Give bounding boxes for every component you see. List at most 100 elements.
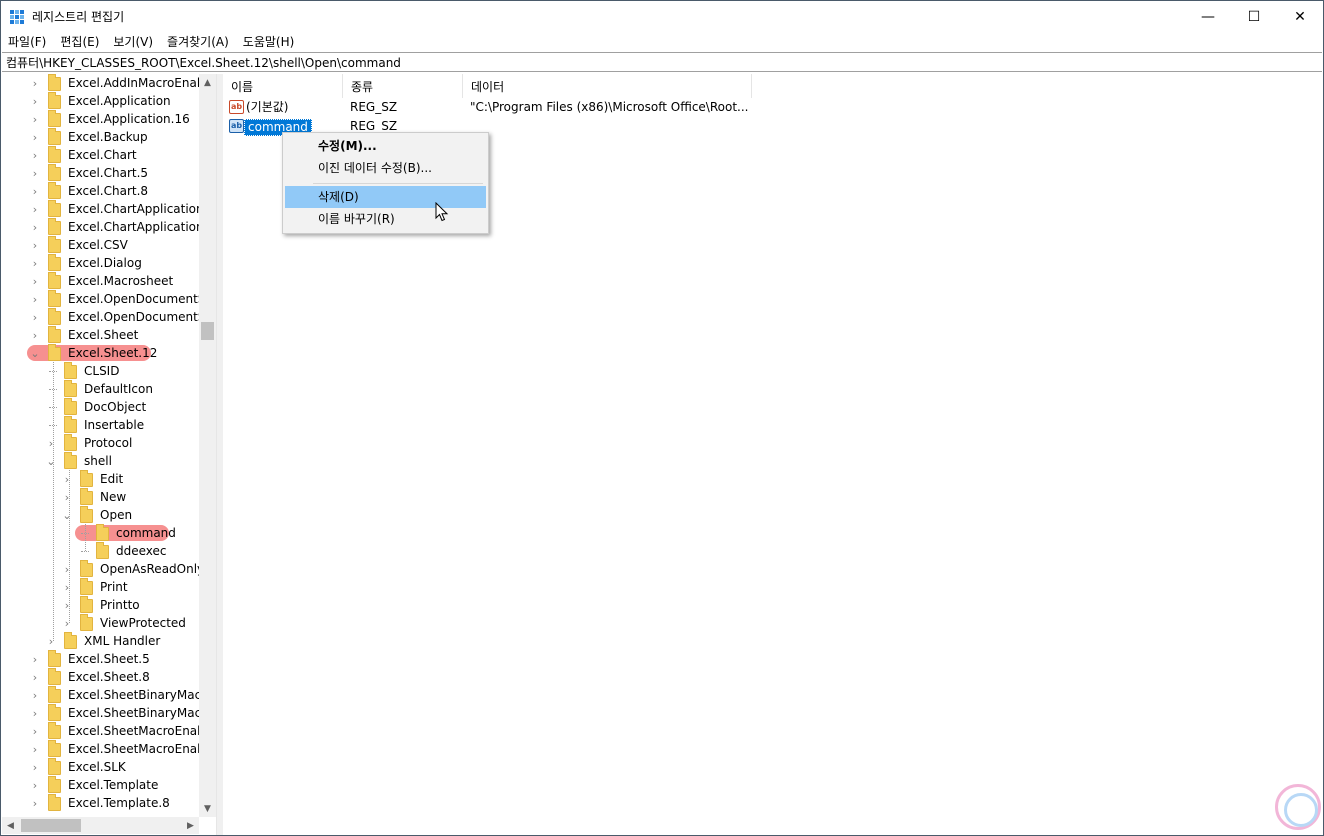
chevron-right-icon[interactable]: › (29, 236, 41, 254)
tree-item[interactable]: › Protocol (2, 434, 199, 452)
tree-item[interactable]: › Excel.SheetBinaryMacroEnabled (2, 686, 216, 704)
chevron-right-icon[interactable]: › (29, 758, 41, 776)
chevron-right-icon[interactable]: › (29, 182, 41, 200)
chevron-right-icon[interactable]: › (29, 704, 41, 722)
address-bar[interactable]: 컴퓨터\HKEY_CLASSES_ROOT\Excel.Sheet.12\she… (2, 52, 1322, 72)
tree-item[interactable]: CLSID (2, 362, 199, 380)
menu-help[interactable]: 도움말(H) (236, 33, 302, 51)
tree-item[interactable]: Insertable (2, 416, 199, 434)
chevron-right-icon[interactable]: › (29, 740, 41, 758)
tree-item[interactable]: › Excel.OpenDocumentSpreadsheet.12 (2, 308, 216, 326)
scroll-left-icon[interactable]: ◀ (2, 817, 19, 834)
tree-item[interactable]: DocObject (2, 398, 199, 416)
tree-item[interactable]: › Excel.Chart.8 (2, 182, 199, 200)
chevron-right-icon[interactable]: › (29, 200, 41, 218)
column-header-name[interactable]: 이름 (223, 74, 343, 98)
menu-file[interactable]: 파일(F) (1, 33, 53, 51)
tree-item[interactable]: › Excel.Chart.5 (2, 164, 199, 182)
tree-item[interactable]: › Excel.Backup (2, 128, 199, 146)
chevron-right-icon[interactable]: › (61, 596, 73, 614)
chevron-right-icon[interactable]: › (29, 794, 41, 812)
tree-item[interactable]: › ViewProtected (2, 614, 199, 632)
tree-item[interactable]: › Excel.SheetMacroEnabled (2, 722, 216, 740)
tree-item[interactable]: › Excel.Sheet.8 (2, 668, 199, 686)
scroll-down-icon[interactable]: ▼ (199, 800, 216, 817)
tree-item[interactable]: ⌄ Open (2, 506, 199, 524)
chevron-right-icon[interactable]: › (61, 614, 73, 632)
chevron-down-icon[interactable]: ⌄ (45, 452, 57, 470)
chevron-down-icon[interactable]: ⌄ (29, 344, 41, 362)
tree-item[interactable]: › OpenAsReadOnly (2, 560, 204, 578)
menu-item-rename[interactable]: 이름 바꾸기(R) (285, 208, 486, 230)
tree-item[interactable]: › Excel.ChartApplication.16 (2, 218, 216, 236)
chevron-right-icon[interactable]: › (29, 218, 41, 236)
chevron-right-icon[interactable]: › (29, 92, 41, 110)
tree-item[interactable]: › Excel.Chart (2, 146, 199, 164)
tree-item[interactable]: › Excel.Macrosheet (2, 272, 199, 290)
tree-vertical-scroll-thumb[interactable] (201, 322, 214, 340)
chevron-right-icon[interactable]: › (61, 488, 73, 506)
tree-horizontal-scroll-thumb[interactable] (21, 819, 81, 832)
chevron-right-icon[interactable]: › (29, 722, 41, 740)
chevron-right-icon[interactable]: › (61, 578, 73, 596)
tree-item[interactable]: ⌄ Excel.Sheet.12 (2, 344, 199, 362)
column-header-type[interactable]: 종류 (343, 74, 463, 98)
menu-view[interactable]: 보기(V) (106, 33, 160, 51)
chevron-right-icon[interactable]: › (29, 74, 41, 92)
chevron-right-icon[interactable]: › (29, 110, 41, 128)
menu-item-modify[interactable]: 수정(M)... (285, 135, 486, 157)
chevron-right-icon[interactable]: › (45, 632, 57, 650)
tree-vertical-scrollbar[interactable]: ▲ ▼ (199, 74, 216, 817)
menu-edit[interactable]: 편집(E) (53, 33, 106, 51)
tree-item[interactable]: › Edit (2, 470, 199, 488)
minimize-button[interactable]: — (1185, 1, 1231, 32)
tree-item[interactable]: › Excel.Sheet.5 (2, 650, 199, 668)
tree-item[interactable]: › Excel.Template.8 (2, 794, 199, 812)
chevron-right-icon[interactable]: › (29, 290, 41, 308)
tree-item[interactable]: DefaultIcon (2, 380, 199, 398)
tree-item[interactable]: › Excel.AddInMacroEnable (2, 74, 215, 92)
scroll-up-icon[interactable]: ▲ (199, 74, 216, 91)
tree-item[interactable]: › Excel.SheetBinaryMacroEnabled.12 (2, 704, 216, 722)
tree-item[interactable]: › Excel.CSV (2, 236, 199, 254)
tree-item[interactable]: › Excel.Dialog (2, 254, 199, 272)
chevron-right-icon[interactable]: › (29, 254, 41, 272)
chevron-right-icon[interactable]: › (29, 686, 41, 704)
chevron-right-icon[interactable]: › (29, 326, 41, 344)
value-row[interactable]: ab (기본값) REG_SZ "C:\Program Files (x86)\… (223, 98, 923, 117)
tree-item[interactable]: › Excel.Sheet (2, 326, 199, 344)
maximize-button[interactable]: ☐ (1231, 1, 1277, 32)
column-header-data[interactable]: 데이터 (463, 74, 752, 98)
tree-horizontal-scrollbar[interactable]: ◀ ▶ (2, 817, 199, 834)
menu-favorites[interactable]: 즐겨찾기(A) (160, 33, 236, 51)
chevron-right-icon[interactable]: › (45, 434, 57, 452)
tree-item[interactable]: › XML Handler (2, 632, 199, 650)
tree-item[interactable]: › Printto (2, 596, 199, 614)
tree-item[interactable]: command (2, 524, 199, 542)
chevron-right-icon[interactable]: › (29, 272, 41, 290)
tree-item[interactable]: › Excel.Application (2, 92, 199, 110)
chevron-right-icon[interactable]: › (29, 650, 41, 668)
chevron-right-icon[interactable]: › (61, 560, 73, 578)
chevron-right-icon[interactable]: › (61, 470, 73, 488)
tree-item[interactable]: › Excel.SheetMacroEnabled.12 (2, 740, 216, 758)
chevron-right-icon[interactable]: › (29, 146, 41, 164)
tree-item[interactable]: › Print (2, 578, 199, 596)
chevron-right-icon[interactable]: › (29, 164, 41, 182)
menu-item-modify-binary[interactable]: 이진 데이터 수정(B)... (285, 157, 486, 179)
chevron-right-icon[interactable]: › (29, 128, 41, 146)
tree-item[interactable]: › Excel.SLK (2, 758, 199, 776)
tree-item[interactable]: › Excel.Template (2, 776, 199, 794)
chevron-right-icon[interactable]: › (29, 668, 41, 686)
tree-item[interactable]: ddeexec (2, 542, 199, 560)
chevron-right-icon[interactable]: › (29, 776, 41, 794)
tree-item[interactable]: › Excel.Application.16 (2, 110, 199, 128)
tree-item[interactable]: › Excel.OpenDocumentSpreadsheet (2, 290, 216, 308)
chevron-right-icon[interactable]: › (29, 308, 41, 326)
tree-item[interactable]: › New (2, 488, 199, 506)
scroll-right-icon[interactable]: ▶ (182, 817, 199, 834)
chevron-down-icon[interactable]: ⌄ (61, 506, 73, 524)
menu-item-delete[interactable]: 삭제(D) (285, 186, 486, 208)
tree-item[interactable]: › Excel.ChartApplication (2, 200, 204, 218)
close-button[interactable]: ✕ (1277, 1, 1323, 32)
